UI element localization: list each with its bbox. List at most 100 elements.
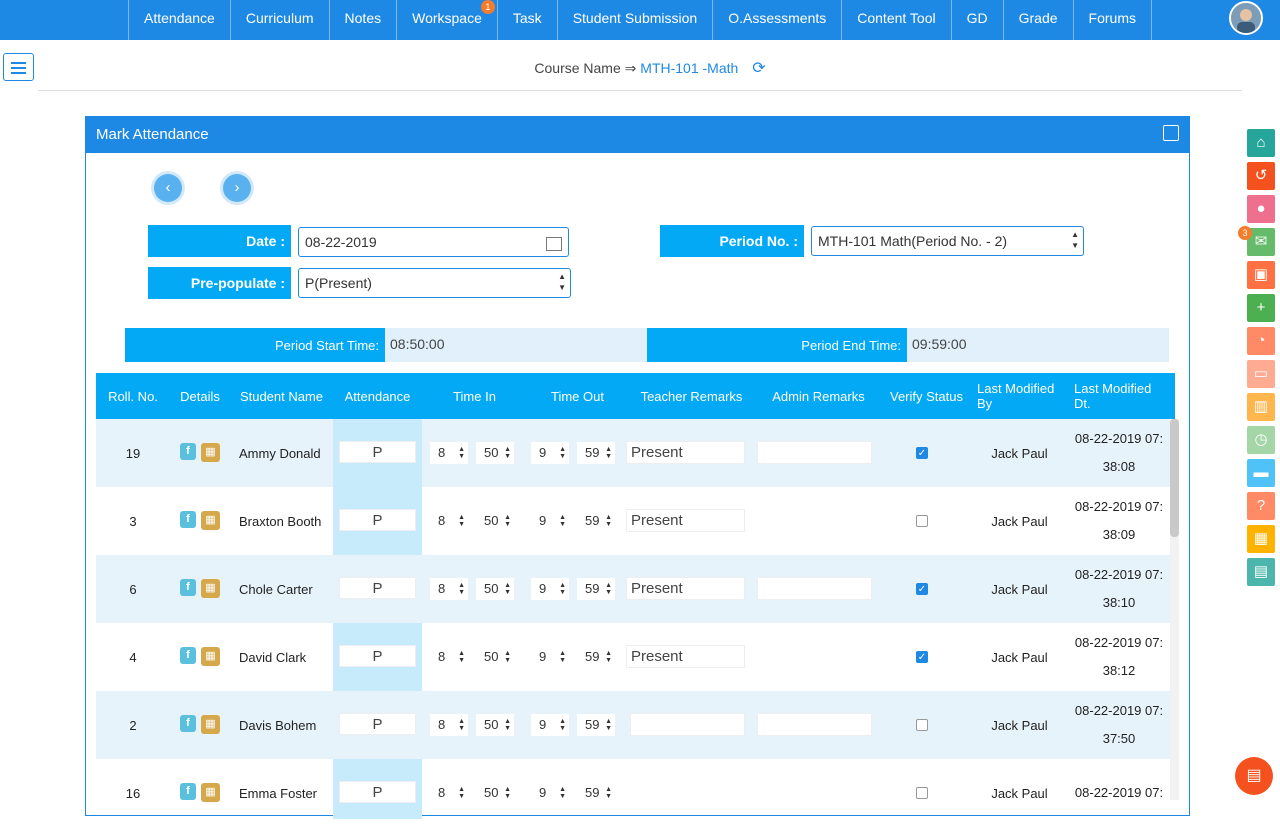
scrollbar[interactable] xyxy=(1170,419,1179,800)
period-select[interactable]: MTH-101 Math(Period No. - 2) ▲ ▼ xyxy=(811,226,1084,256)
course-name[interactable]: MTH-101 -Math xyxy=(640,60,738,76)
tab-content-tool[interactable]: Content Tool xyxy=(841,0,950,40)
verify-checkbox[interactable] xyxy=(916,787,928,799)
stepper-arrows-icon[interactable]: ▲ ▼ xyxy=(458,718,465,732)
tab-notes[interactable]: Notes xyxy=(328,0,397,40)
stepper-arrows-icon[interactable]: ▲ ▼ xyxy=(504,718,511,732)
time-in-hour-stepper[interactable]: 8 ▲ ▼ xyxy=(430,646,468,668)
clock-icon[interactable]: ◷ xyxy=(1247,426,1275,454)
stepper-arrows-icon[interactable]: ▲ ▼ xyxy=(458,446,465,460)
time-out-hour-stepper[interactable]: 9 ▲ ▼ xyxy=(531,646,569,668)
tab-task[interactable]: Task xyxy=(496,0,557,40)
info-icon[interactable]: f xyxy=(180,579,196,596)
stepper-arrows-icon[interactable]: ▲ ▼ xyxy=(605,582,612,596)
verify-checkbox[interactable]: ✓ xyxy=(916,447,928,459)
time-out-minute-stepper[interactable]: 59 ▲ ▼ xyxy=(577,646,615,668)
calendar-icon[interactable]: ▦ xyxy=(201,783,220,802)
tab-curriculum[interactable]: Curriculum xyxy=(229,0,329,40)
time-in-minute-stepper[interactable]: 50 ▲ ▼ xyxy=(476,646,514,668)
column-header[interactable]: Last Modified Dt. xyxy=(1068,373,1170,419)
scrollbar-thumb[interactable] xyxy=(1170,419,1179,537)
user-circle-icon[interactable]: ● xyxy=(1247,195,1275,223)
stepper-arrows-icon[interactable]: ▲ ▼ xyxy=(559,650,566,664)
calendar-icon[interactable]: ▦ xyxy=(201,579,220,598)
calendar-icon[interactable]: ▦ xyxy=(1247,525,1275,553)
book-icon[interactable]: ▤ xyxy=(1247,558,1275,586)
avatar[interactable] xyxy=(1229,1,1263,35)
stepper-arrows-icon[interactable]: ▲ ▼ xyxy=(458,514,465,528)
time-out-hour-stepper[interactable]: 9 ▲ ▼ xyxy=(531,442,569,464)
teacher-remarks-input[interactable]: Present xyxy=(626,509,745,532)
teacher-remarks-input[interactable]: Present xyxy=(626,577,745,600)
stepper-arrows-icon[interactable]: ▲ ▼ xyxy=(605,514,612,528)
stepper-arrows-icon[interactable]: ▲ ▼ xyxy=(458,650,465,664)
stepper-arrows-icon[interactable]: ▲ ▼ xyxy=(559,786,566,800)
time-out-hour-stepper[interactable]: 9 ▲ ▼ xyxy=(531,782,569,804)
stepper-arrows-icon[interactable]: ▲ ▼ xyxy=(504,582,511,596)
info-icon[interactable]: f xyxy=(180,783,196,800)
stepper-arrows-icon[interactable]: ▲ ▼ xyxy=(458,786,465,800)
stepper-arrows-icon[interactable]: ▲ ▼ xyxy=(605,650,612,664)
report-icon[interactable]: ▤ xyxy=(1235,757,1273,795)
calendar-icon[interactable]: ▦ xyxy=(201,511,220,530)
time-in-minute-stepper[interactable]: 50 ▲ ▼ xyxy=(476,510,514,532)
info-icon[interactable]: f xyxy=(180,715,196,732)
column-header[interactable]: Roll. No. xyxy=(96,373,170,419)
verify-checkbox[interactable] xyxy=(916,719,928,731)
time-in-minute-stepper[interactable]: 50 ▲ ▼ xyxy=(476,782,514,804)
expand-icon[interactable] xyxy=(1163,125,1179,141)
calendar-icon[interactable]: ▦ xyxy=(201,443,220,462)
verify-checkbox[interactable]: ✓ xyxy=(916,651,928,663)
time-out-hour-stepper[interactable]: 9 ▲ ▼ xyxy=(531,578,569,600)
teacher-remarks-input[interactable]: Present xyxy=(626,441,745,464)
gauge-icon[interactable]: ◔ xyxy=(1247,327,1275,355)
teacher-remarks-input[interactable] xyxy=(630,713,745,736)
prev-button[interactable]: ‹ xyxy=(154,174,182,202)
bar-chart-icon[interactable]: ▥ xyxy=(1247,393,1275,421)
info-icon[interactable]: f xyxy=(180,443,196,460)
time-in-hour-stepper[interactable]: 8 ▲ ▼ xyxy=(430,510,468,532)
stepper-arrows-icon[interactable]: ▲ ▼ xyxy=(559,582,566,596)
column-header[interactable]: Time In xyxy=(422,373,527,419)
stepper-arrows-icon[interactable]: ▲ ▼ xyxy=(458,582,465,596)
time-out-minute-stepper[interactable]: 59 ▲ ▼ xyxy=(577,782,615,804)
refresh-icon[interactable]: ⟳ xyxy=(752,58,765,78)
teacher-remarks-input[interactable]: Present xyxy=(626,645,745,668)
stepper-arrows-icon[interactable]: ▲ ▼ xyxy=(559,446,566,460)
attendance-input[interactable]: P xyxy=(339,441,416,463)
column-header[interactable]: Verify Status xyxy=(882,373,971,419)
time-in-hour-stepper[interactable]: 8 ▲ ▼ xyxy=(430,442,468,464)
column-header[interactable]: Admin Remarks xyxy=(755,373,882,419)
admin-remarks-input[interactable] xyxy=(757,713,872,736)
tab-forums[interactable]: Forums xyxy=(1072,0,1152,40)
stepper-arrows-icon[interactable]: ▲ ▼ xyxy=(559,514,566,528)
admin-remarks-input[interactable] xyxy=(757,577,872,600)
tab-student-submission[interactable]: Student Submission xyxy=(556,0,713,40)
verify-checkbox[interactable] xyxy=(916,515,928,527)
attendance-input[interactable]: P xyxy=(339,509,416,531)
help-icon[interactable]: ? xyxy=(1247,492,1275,520)
home-icon[interactable]: ⌂ xyxy=(1247,129,1275,157)
column-header[interactable]: Teacher Remarks xyxy=(628,373,755,419)
stepper-arrows-icon[interactable]: ▲ ▼ xyxy=(605,446,612,460)
tab-o-assessments[interactable]: O.Assessments xyxy=(712,0,841,40)
undo-icon[interactable]: ↺ xyxy=(1247,162,1275,190)
column-header[interactable]: Details xyxy=(170,373,230,419)
stepper-arrows-icon[interactable]: ▲ ▼ xyxy=(605,718,612,732)
time-out-minute-stepper[interactable]: 59 ▲ ▼ xyxy=(577,510,615,532)
column-header[interactable]: Attendance xyxy=(333,373,422,419)
attendance-input[interactable]: P xyxy=(339,645,416,667)
time-out-hour-stepper[interactable]: 9 ▲ ▼ xyxy=(531,714,569,736)
column-header[interactable]: Student Name xyxy=(230,373,333,419)
verify-checkbox[interactable]: ✓ xyxy=(916,583,928,595)
stepper-arrows-icon[interactable]: ▲ ▼ xyxy=(559,718,566,732)
attendance-input[interactable]: P xyxy=(339,577,416,599)
monitor-plus-icon[interactable]: + xyxy=(1247,294,1275,322)
stepper-arrows-icon[interactable]: ▲ ▼ xyxy=(504,514,511,528)
tab-workspace[interactable]: Workspace 1 xyxy=(396,0,497,40)
calendar-icon[interactable] xyxy=(546,237,562,251)
column-header[interactable]: Last Modified By xyxy=(971,373,1068,419)
stepper-arrows-icon[interactable]: ▲ ▼ xyxy=(504,786,511,800)
time-out-hour-stepper[interactable]: 9 ▲ ▼ xyxy=(531,510,569,532)
next-button[interactable]: › xyxy=(223,174,251,202)
